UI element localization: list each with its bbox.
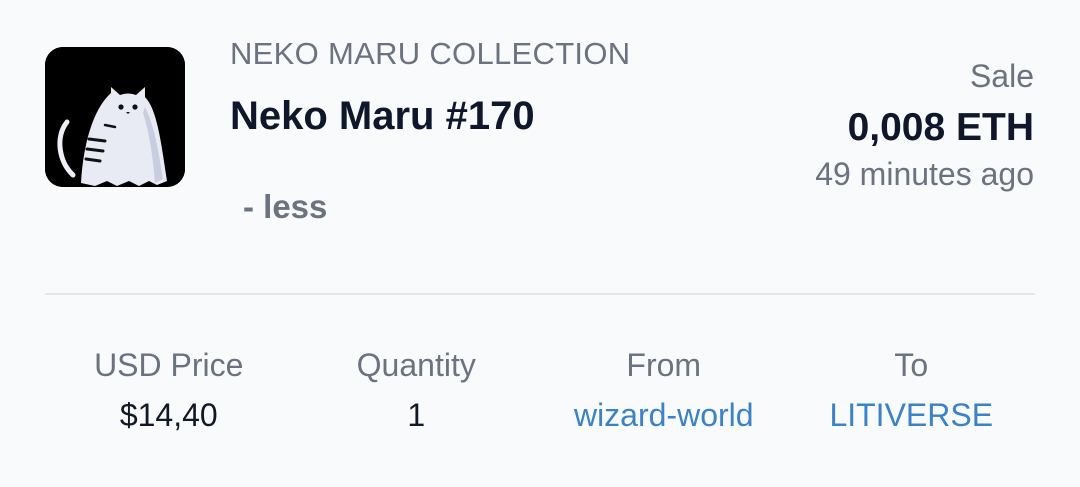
to-column: To LITIVERSE (788, 342, 1036, 442)
sale-activity-card: NEKO MARU COLLECTION Neko Maru #170 - le… (0, 0, 1080, 487)
sale-price: 0,008 ETH (847, 106, 1034, 149)
ghost-cat-icon (45, 47, 185, 187)
collection-name[interactable]: NEKO MARU COLLECTION (230, 36, 630, 72)
divider (45, 293, 1035, 295)
usd-price-column: USD Price $14,40 (45, 342, 293, 442)
usd-price-value: $14,40 (119, 397, 218, 433)
sale-details: USD Price $14,40 Quantity 1 From wizard-… (45, 342, 1035, 442)
item-title[interactable]: Neko Maru #170 (230, 94, 535, 139)
to-label: To (894, 347, 929, 383)
quantity-column: Quantity 1 (293, 342, 541, 442)
from-column: From wizard-world (540, 342, 788, 442)
from-label: From (626, 347, 702, 383)
event-time: 49 minutes ago (815, 156, 1034, 192)
usd-price-label: USD Price (94, 347, 244, 383)
event-summary: Sale 0,008 ETH 49 minutes ago (815, 56, 1034, 194)
show-less-toggle[interactable]: - less (243, 188, 327, 226)
event-type: Sale (969, 58, 1034, 94)
nft-thumbnail[interactable] (45, 47, 185, 187)
quantity-label: Quantity (356, 347, 476, 383)
quantity-value: 1 (407, 397, 426, 433)
from-link[interactable]: wizard-world (540, 388, 788, 442)
to-link[interactable]: LITIVERSE (788, 388, 1036, 442)
